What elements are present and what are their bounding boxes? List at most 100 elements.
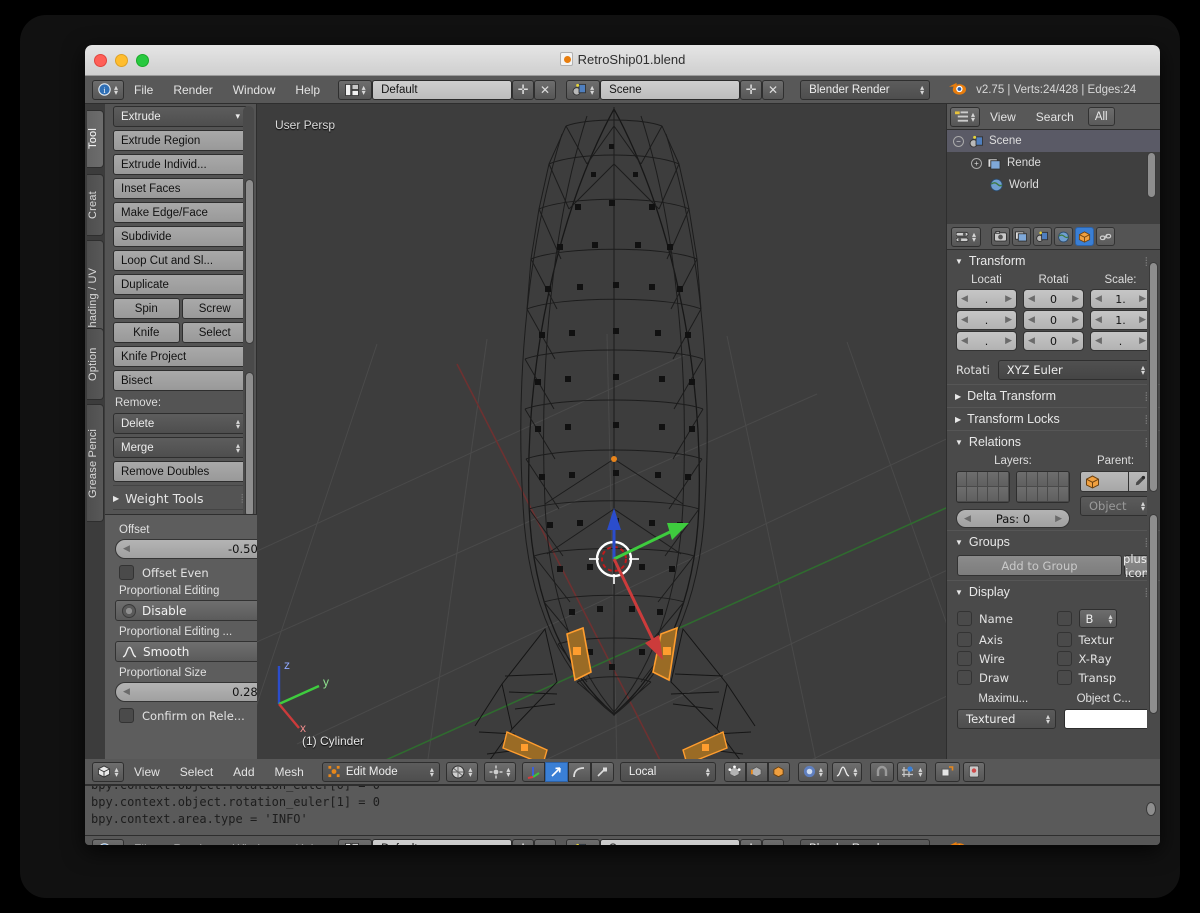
rotation-mode-dropdown[interactable]: XYZ Euler ▴ ▾ [997, 360, 1151, 380]
tool-extrude-menu[interactable]: Extrude ▾ [113, 106, 248, 127]
outliner-row-world[interactable]: World [947, 174, 1160, 196]
tool-knife-project[interactable]: Knife Project [113, 346, 248, 367]
layers-block-1[interactable] [956, 471, 1010, 503]
viewport-menu-mesh[interactable]: Mesh [265, 765, 314, 779]
falloff-dropdown[interactable]: ▴ ▾ [831, 761, 862, 782]
properties-scrollbar[interactable] [1149, 262, 1158, 492]
screen-layout-name-bottom[interactable]: Default [372, 839, 513, 845]
editor-type-selector-bottom[interactable]: i ▴▾ [92, 839, 124, 845]
scene-browse-button[interactable]: ▴ ▾ [566, 79, 601, 100]
properties-tab-render[interactable] [991, 227, 1010, 246]
rotation-y-field[interactable]: ◀ 0 ▶ [1023, 310, 1084, 330]
display-name-row[interactable]: Name [957, 609, 1051, 628]
tool-subdivide[interactable]: Subdivide [113, 226, 248, 247]
rotate-manipulator-button[interactable] [567, 761, 591, 782]
info-editor[interactable]: bpy.context.object.rotation_euler[0] = 0… [85, 785, 1160, 835]
display-draw-all-edges-row[interactable]: Draw [957, 670, 1051, 685]
panel-delta-transform[interactable]: ▶ Delta Transform ⣿ [947, 384, 1160, 407]
add-scene-button[interactable]: ✛ [740, 79, 763, 100]
display-bounds-dropdown[interactable]: B ▴ ▾ [1078, 609, 1117, 628]
display-wire-checkbox[interactable] [957, 651, 972, 666]
menu-file-bottom[interactable]: File [124, 842, 163, 845]
object-color-swatch[interactable] [1064, 709, 1150, 729]
translate-manipulator-button[interactable] [544, 761, 568, 782]
location-y-field[interactable]: ◀. ▶ [956, 310, 1017, 330]
display-draw-all-edges-checkbox[interactable] [957, 670, 972, 685]
offset-even-checkbox[interactable] [119, 565, 134, 580]
parent-type-dropdown[interactable]: Object ▴ ▾ [1080, 496, 1151, 516]
viewport-menu-select[interactable]: Select [170, 765, 223, 779]
toolshelf-tab-tool[interactable]: Tool [87, 110, 104, 168]
scene-name[interactable]: Scene [600, 79, 741, 100]
display-xray-row[interactable]: X-Ray [1056, 651, 1151, 666]
outliner-menu-search[interactable]: Search [1026, 110, 1084, 124]
3d-viewport[interactable]: z y x ✛ User Persp (1) Cylinder [257, 104, 946, 759]
menu-render-top[interactable]: Render [163, 83, 222, 97]
properties-scrollbar-2[interactable] [1149, 514, 1158, 714]
occlude-geometry-button[interactable] [934, 761, 960, 782]
tool-knife[interactable]: Knife [113, 322, 180, 343]
tool-screw[interactable]: Screw [181, 298, 248, 319]
screen-layout-name[interactable]: Default [372, 79, 513, 100]
panel-display[interactable]: ▼ Display ⣿ [947, 580, 1160, 603]
scale-x-field[interactable]: ◀ 1. ▶ [1090, 289, 1151, 309]
properties-tab-scene-render-layers[interactable] [1012, 227, 1031, 246]
delete-scene-button-bottom[interactable]: ✕ [762, 839, 785, 845]
viewport-menu-add[interactable]: Add [223, 765, 264, 779]
tool-inset-faces[interactable]: Inset Faces [113, 178, 248, 199]
scene-name-bottom[interactable]: Scene [600, 839, 741, 845]
viewport-shading-dropdown[interactable]: ▴ ▾ [445, 761, 478, 782]
location-z-field[interactable]: ◀. ▶ [956, 331, 1017, 351]
menu-file-top[interactable]: File [124, 83, 163, 97]
tool-loop-cut-and-slide[interactable]: Loop Cut and Sl... [113, 250, 248, 271]
display-texture-space-row[interactable]: Textur [1056, 632, 1151, 647]
rotation-z-field[interactable]: ◀ 0 ▶ [1023, 331, 1084, 351]
add-screen-layout-button-bottom[interactable]: ✛ [512, 839, 535, 845]
tool-knife-select[interactable]: Select [181, 322, 248, 343]
menu-render-bottom[interactable]: Render [163, 842, 222, 845]
toolshelf-tab-options[interactable]: Option [87, 328, 104, 400]
maximum-draw-type-dropdown[interactable]: Textured ▴ ▾ [957, 709, 1056, 729]
tool-duplicate[interactable]: Duplicate [113, 274, 248, 295]
add-to-group-button[interactable]: Add to Group [957, 555, 1122, 576]
toolshelf-tab-grease-pencil[interactable]: Grease Penci [87, 404, 104, 522]
menu-window-top[interactable]: Window [223, 83, 286, 97]
screen-layout-icon-button-bottom[interactable]: ▴▾ [338, 839, 373, 845]
display-transparency-row[interactable]: Transp [1056, 670, 1151, 685]
tool-bisect[interactable]: Bisect [113, 370, 248, 391]
delete-scene-button[interactable]: ✕ [762, 79, 785, 100]
panel-groups[interactable]: ▼ Groups ⣿ [947, 530, 1160, 553]
display-bounds-row[interactable]: B ▴ ▾ [1056, 609, 1151, 628]
display-axis-row[interactable]: Axis [957, 632, 1051, 647]
screen-layout-icon-button[interactable]: ▴ ▾ [338, 79, 373, 100]
toolshelf-scrollbar-lower[interactable] [245, 372, 254, 517]
toolshelf-tab-create[interactable]: Creat [87, 174, 104, 236]
tool-merge-menu[interactable]: Merge ▴ ▾ [113, 437, 248, 458]
pass-index-field[interactable]: ◀ Pas: 0 ▶ [956, 509, 1070, 528]
editor-type-selector-viewport[interactable]: ▴ ▾ [92, 761, 124, 782]
layers-grid[interactable] [956, 471, 1070, 503]
confirm-on-release-checkbox[interactable] [119, 708, 134, 723]
chevron-left-icon[interactable]: ◀ [123, 687, 130, 697]
delete-screen-layout-button-bottom[interactable]: ✕ [534, 839, 557, 845]
tool-remove-doubles[interactable]: Remove Doubles [113, 461, 248, 482]
menu-help-top[interactable]: Help [285, 83, 330, 97]
parent-field[interactable] [1080, 471, 1151, 492]
edge-select-mode-button[interactable] [745, 761, 768, 782]
location-x-field[interactable]: ◀. ▶ [956, 289, 1017, 309]
outliner-filter-all[interactable]: All [1087, 107, 1115, 126]
outliner-row-scene[interactable]: − Scene [947, 130, 1160, 152]
display-bounds-checkbox[interactable] [1056, 611, 1072, 626]
pivot-point-dropdown[interactable]: ▴ ▾ [483, 761, 516, 782]
add-screen-layout-button[interactable]: ✛ [512, 79, 535, 100]
display-transparency-checkbox[interactable] [1056, 670, 1072, 685]
panel-transform-locks[interactable]: ▶ Transform Locks ⣿ [947, 407, 1160, 430]
properties-tab-constraints[interactable] [1096, 227, 1115, 246]
display-axis-checkbox[interactable] [957, 632, 972, 647]
display-xray-checkbox[interactable] [1056, 651, 1072, 666]
transform-orientation-dropdown[interactable]: Local ▴ ▾ [619, 761, 716, 782]
scale-z-field[interactable]: ◀. ▶ [1090, 331, 1151, 351]
tool-delete-menu[interactable]: Delete ▴ ▾ [113, 413, 248, 434]
display-texture-space-checkbox[interactable] [1056, 632, 1072, 647]
vertex-select-mode-button[interactable] [723, 761, 746, 782]
